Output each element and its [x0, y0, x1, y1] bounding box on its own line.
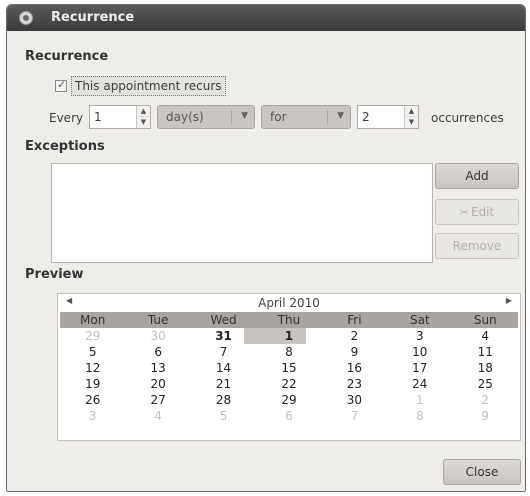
- calendar-day[interactable]: 9: [322, 344, 387, 360]
- calendar-day[interactable]: 20: [125, 376, 190, 392]
- calendar-day[interactable]: 30: [322, 392, 387, 408]
- calendar-day[interactable]: 22: [256, 376, 321, 392]
- title-bar[interactable]: Recurrence: [7, 5, 525, 31]
- unit-select-divider: [231, 110, 232, 125]
- calendar-day[interactable]: 28: [191, 392, 256, 408]
- calendar-day[interactable]: 7: [322, 408, 387, 424]
- calendar-day[interactable]: 18: [453, 360, 518, 376]
- calendar-day[interactable]: 4: [125, 408, 190, 424]
- calendar-day[interactable]: 30: [125, 328, 190, 344]
- unit-select[interactable]: day(s) ▼: [157, 105, 255, 129]
- calendar-week: 3 4 5 6 7 8 9: [60, 408, 518, 424]
- window-menu-icon[interactable]: [19, 11, 33, 25]
- weekday-label: Sun: [473, 313, 497, 327]
- preview-section-title: Preview: [25, 267, 84, 282]
- close-button[interactable]: Close: [443, 459, 521, 485]
- count-spinner-arrows[interactable]: ▲ ▼: [404, 106, 418, 128]
- window-title: Recurrence: [51, 10, 135, 25]
- calendar-day[interactable]: 13: [125, 360, 190, 376]
- spin-down-icon[interactable]: ▼: [405, 117, 418, 128]
- calendar-day[interactable]: 27: [125, 392, 190, 408]
- count-value: 2: [362, 110, 370, 124]
- chevron-down-icon: ▼: [241, 111, 248, 121]
- interval-value: 1: [94, 110, 102, 124]
- calendar-day[interactable]: 8: [256, 344, 321, 360]
- weekday-label: Wed: [210, 313, 237, 327]
- add-button[interactable]: Add: [435, 163, 519, 189]
- calendar-day[interactable]: 9: [453, 408, 518, 424]
- calendar-day[interactable]: 29: [60, 328, 125, 344]
- calendar-day[interactable]: 5: [60, 344, 125, 360]
- calendar-day[interactable]: 25: [453, 376, 518, 392]
- calendar-day[interactable]: 10: [387, 344, 452, 360]
- edit-tools-icon: ✂: [459, 206, 469, 219]
- range-select-divider: [327, 110, 328, 125]
- weekday-label: Fri: [347, 313, 362, 327]
- calendar-day[interactable]: 15: [256, 360, 321, 376]
- calendar-week: 26 27 28 29 30 1 2: [60, 392, 518, 408]
- calendar-week: 12 13 14 15 16 17 18: [60, 360, 518, 376]
- unit-select-value: day(s): [166, 110, 204, 124]
- next-month-icon[interactable]: ▶: [506, 296, 512, 305]
- calendar-day[interactable]: 24: [387, 376, 452, 392]
- weekday-label: Sat: [409, 313, 430, 327]
- calendar-day[interactable]: 6: [256, 408, 321, 424]
- calendar-day[interactable]: 1: [387, 392, 452, 408]
- exceptions-section-title: Exceptions: [25, 139, 105, 154]
- calendar-header: ◀ April 2010 ▶: [58, 294, 520, 312]
- calendar-day[interactable]: 23: [322, 376, 387, 392]
- calendar-day[interactable]: 19: [60, 376, 125, 392]
- calendar-day[interactable]: 4: [453, 328, 518, 344]
- calendar-day[interactable]: 26: [60, 392, 125, 408]
- checkmark-icon: ✓: [57, 78, 67, 91]
- count-spinner[interactable]: 2 ▲ ▼: [357, 105, 419, 129]
- preview-calendar: ◀ April 2010 ▶ Mon Tue Wed Thu Fri Sat S…: [57, 293, 521, 441]
- weekday-header-row: Mon Tue Wed Thu Fri Sat Sun: [60, 312, 518, 328]
- calendar-day[interactable]: 14: [191, 360, 256, 376]
- calendar-day[interactable]: 1: [256, 328, 321, 344]
- calendar-day[interactable]: 3: [387, 328, 452, 344]
- calendar-day[interactable]: 11: [453, 344, 518, 360]
- calendar-week: 5 6 7 8 9 10 11: [60, 344, 518, 360]
- calendar-day[interactable]: 6: [125, 344, 190, 360]
- occurrences-label: occurrences: [431, 111, 504, 125]
- calendar-day[interactable]: 29: [256, 392, 321, 408]
- remove-button[interactable]: Remove: [435, 233, 519, 259]
- recurs-checkbox[interactable]: ✓: [55, 78, 67, 92]
- spin-up-icon[interactable]: ▲: [405, 106, 418, 117]
- recurs-checkbox-row[interactable]: ✓ This appointment recurs: [55, 75, 226, 97]
- weekday-label: Thu: [277, 313, 301, 327]
- calendar-day[interactable]: 12: [60, 360, 125, 376]
- every-label: Every: [49, 111, 84, 125]
- calendar-week: 19 20 21 22 23 24 25: [60, 376, 518, 392]
- spin-up-icon[interactable]: ▲: [137, 106, 150, 117]
- edit-button-label: Edit: [470, 205, 495, 219]
- weekday-label: Mon: [80, 313, 106, 327]
- recurrence-section-title: Recurrence: [25, 49, 109, 64]
- edit-button[interactable]: ✂ Edit: [435, 199, 519, 225]
- calendar-day[interactable]: 8: [387, 408, 452, 424]
- calendar-day-selected[interactable]: 31: [191, 328, 256, 344]
- calendar-day[interactable]: 3: [60, 408, 125, 424]
- chevron-down-icon: ▼: [337, 111, 344, 121]
- spin-down-icon[interactable]: ▼: [137, 117, 150, 128]
- calendar-day[interactable]: 7: [191, 344, 256, 360]
- calendar-week: 29 30 31 1 2 3 4: [60, 328, 518, 344]
- recurrence-dialog: Recurrence Recurrence ✓ This appointment…: [6, 4, 526, 492]
- calendar-day[interactable]: 21: [191, 376, 256, 392]
- calendar-day[interactable]: 2: [322, 328, 387, 344]
- calendar-day[interactable]: 2: [453, 392, 518, 408]
- recurs-checkbox-label[interactable]: This appointment recurs: [71, 76, 226, 96]
- weekday-label: Tue: [147, 313, 169, 327]
- calendar-month-label: April 2010: [258, 296, 320, 310]
- range-select-value: for: [270, 110, 287, 124]
- range-select[interactable]: for ▼: [261, 105, 351, 129]
- interval-spinner[interactable]: 1 ▲ ▼: [89, 105, 151, 129]
- interval-spinner-arrows[interactable]: ▲ ▼: [136, 106, 150, 128]
- calendar-day[interactable]: 16: [322, 360, 387, 376]
- calendar-day[interactable]: 17: [387, 360, 452, 376]
- calendar-day[interactable]: 5: [191, 408, 256, 424]
- exceptions-list[interactable]: [51, 163, 433, 263]
